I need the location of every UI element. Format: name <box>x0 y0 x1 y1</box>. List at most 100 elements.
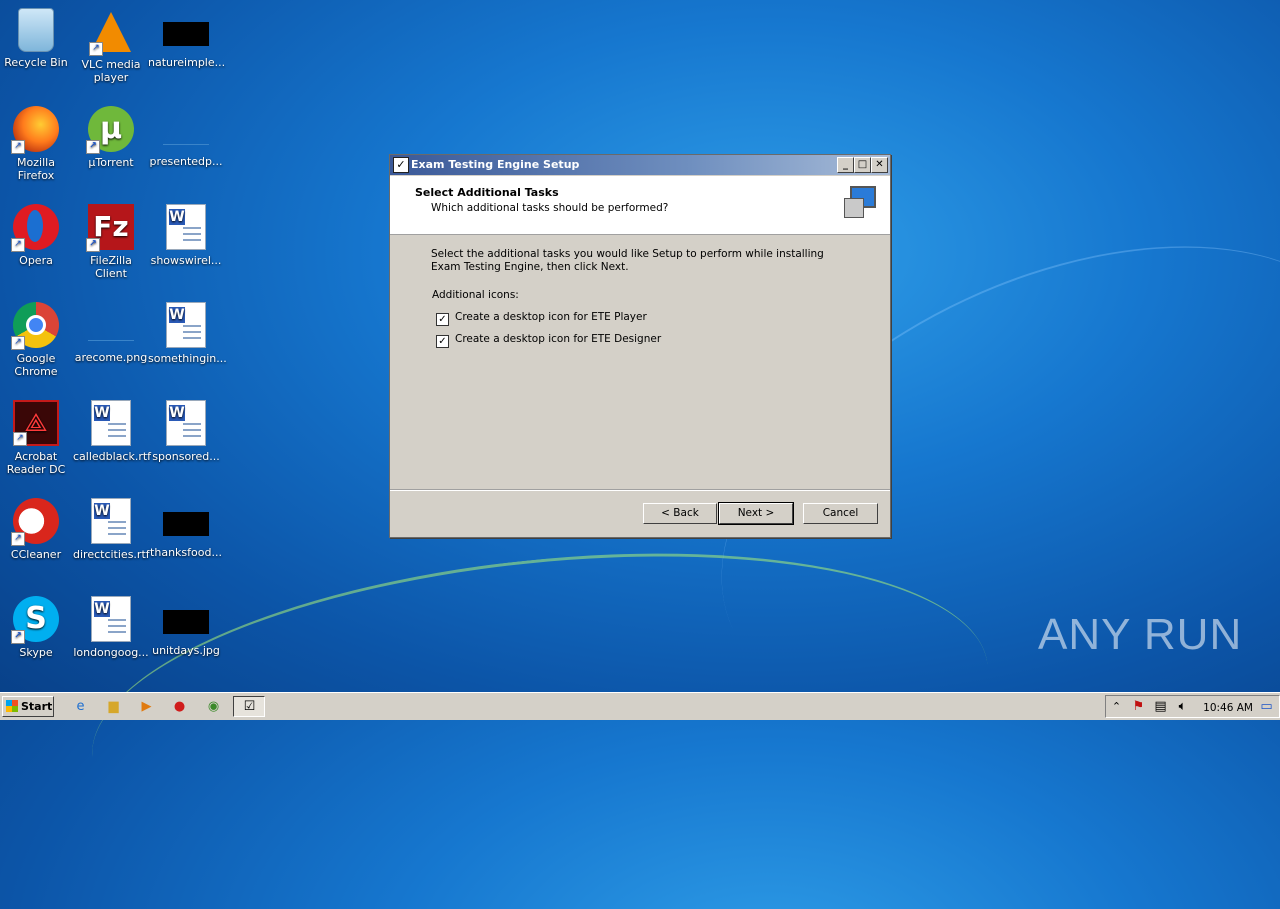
desktop-icon-vlc[interactable]: ↗ VLC media player <box>73 4 149 84</box>
desktop-icon-acrobat[interactable]: ⟁ ↗ Acrobat Reader DC <box>0 396 74 476</box>
setup-app-icon: ✓ <box>393 157 409 173</box>
checkbox-checked-icon[interactable]: ✓ <box>436 335 449 348</box>
shortcut-arrow-icon: ↗ <box>11 630 25 644</box>
image-file-icon <box>163 610 209 634</box>
network-icon[interactable]: ▤ <box>1152 698 1169 715</box>
maximize-button[interactable]: □ <box>854 157 871 173</box>
desktop-icon-label: somethingin... <box>148 352 227 365</box>
taskbar-setup-button[interactable]: ☑ <box>233 696 265 717</box>
setup-dialog: ✓ Exam Testing Engine Setup _ □ ✕ Select… <box>389 154 891 538</box>
desktop-icon-label: londongoog... <box>73 646 149 659</box>
desktop-icon-filezilla[interactable]: Fz ↗ FileZilla Client <box>73 200 149 280</box>
desktop-icon-label: calledblack.rtf <box>73 450 152 463</box>
installer-icon <box>844 186 876 218</box>
desktop-icon-calledblack[interactable]: W calledblack.rtf <box>73 396 152 463</box>
task-checkbox-ete-designer[interactable]: ✓ Create a desktop icon for ETE Designer <box>436 333 661 348</box>
desktop-icon-label: arecome.png <box>74 351 148 364</box>
shortcut-arrow-icon: ↗ <box>89 42 103 56</box>
taskbar: Start e ▆ ▶ ● ◉ ☑ ⌃ ⚑ ▤ 🔈︎ 10:46 AM ▭ <box>0 692 1280 720</box>
shortcut-arrow-icon: ↗ <box>11 336 25 350</box>
desktop-icon-ccleaner[interactable]: ↗ CCleaner <box>0 494 74 561</box>
next-button[interactable]: Next > <box>718 502 794 525</box>
desktop-icon-directcities[interactable]: W directcities.rtf <box>73 494 150 561</box>
desktop-icon-label: directcities.rtf <box>73 548 150 561</box>
checkbox-checked-icon[interactable]: ✓ <box>436 313 449 326</box>
recycle-bin-icon <box>18 8 54 52</box>
word-document-icon: W <box>166 400 206 446</box>
desktop-icon-label: Skype <box>19 646 53 659</box>
desktop-icon-arecome[interactable]: arecome.png <box>73 298 149 364</box>
show-hidden-icons-chevron-icon[interactable]: ⌃ <box>1108 698 1125 715</box>
show-desktop-icon[interactable]: ▭ <box>1258 698 1275 715</box>
chrome-icon: ↗ <box>11 302 59 350</box>
wizard-header: Select Additional Tasks Which additional… <box>390 176 890 235</box>
acrobat-icon: ⟁ ↗ <box>13 400 59 446</box>
desktop-icon-thanksfood[interactable]: thanksfood... <box>148 494 224 559</box>
vlc-icon: ↗ <box>89 8 131 56</box>
shortcut-arrow-icon: ↗ <box>11 140 25 154</box>
desktop-icon-recycle-bin[interactable]: Recycle Bin <box>0 4 74 69</box>
desktop-icon-label: sponsored... <box>152 450 220 463</box>
word-document-icon: W <box>91 498 131 544</box>
desktop-icon-presentedp[interactable]: presentedp... <box>148 102 224 168</box>
media-player-icon[interactable]: ▶ <box>138 698 155 715</box>
desktop-icon-opera[interactable]: ↗ Opera <box>0 200 74 267</box>
close-button[interactable]: ✕ <box>871 157 888 173</box>
shortcut-arrow-icon: ↗ <box>11 238 25 252</box>
desktop-icon-label: Google Chrome <box>14 352 58 378</box>
desktop-icon-label: µTorrent <box>88 156 134 169</box>
wizard-description: Select the additional tasks you would li… <box>431 248 824 273</box>
cancel-button[interactable]: Cancel <box>803 503 878 524</box>
start-button[interactable]: Start <box>2 696 54 717</box>
anyrun-watermark: ANY RUN <box>1038 610 1243 659</box>
desktop-icon-label: VLC media player <box>81 58 141 84</box>
filezilla-icon: Fz ↗ <box>86 204 134 252</box>
word-document-icon: W <box>166 204 206 250</box>
desktop-icon-label: FileZilla Client <box>90 254 132 280</box>
desktop-icon-label: Recycle Bin <box>4 56 68 69</box>
image-file-icon <box>88 316 134 341</box>
firefox-icon: ↗ <box>11 106 59 154</box>
shortcut-arrow-icon: ↗ <box>13 432 27 446</box>
desktop-icon-showswirel[interactable]: W showswirel... <box>148 200 224 267</box>
word-document-icon: W <box>91 596 131 642</box>
minimize-button[interactable]: _ <box>837 157 854 173</box>
action-center-flag-icon[interactable]: ⚑ <box>1130 698 1147 715</box>
desktop-icon-somethingin[interactable]: W somethingin... <box>148 298 227 365</box>
desktop-icon-label: Acrobat Reader DC <box>6 450 66 476</box>
wizard-step-subtitle: Which additional tasks should be perform… <box>431 202 669 214</box>
back-button[interactable]: < Back <box>643 503 717 524</box>
task-checkbox-ete-player[interactable]: ✓ Create a desktop icon for ETE Player <box>436 311 647 326</box>
desktop-icon-chrome[interactable]: ↗ Google Chrome <box>0 298 74 378</box>
desktop-icon-label: natureimple... <box>148 56 226 69</box>
shortcut-arrow-icon: ↗ <box>86 238 100 252</box>
internet-explorer-icon[interactable]: e <box>72 698 89 715</box>
additional-icons-label: Additional icons: <box>432 289 519 301</box>
word-document-icon: W <box>166 302 206 348</box>
ccleaner-icon: ↗ <box>11 498 59 546</box>
utorrent-icon: µ ↗ <box>86 106 134 154</box>
dialog-title: Exam Testing Engine Setup <box>411 158 580 171</box>
desktop-icon-label: showswirel... <box>150 254 222 267</box>
image-file-icon <box>163 512 209 536</box>
volume-icon[interactable]: 🔈︎ <box>1174 698 1191 715</box>
chrome-taskbar-icon[interactable]: ◉ <box>205 698 222 715</box>
image-file-icon <box>163 22 209 46</box>
desktop-icon-label: thanksfood... <box>150 546 222 559</box>
desktop-icon-skype[interactable]: S ↗ Skype <box>0 592 74 659</box>
opera-taskbar-icon[interactable]: ● <box>171 698 188 715</box>
task-label: Create a desktop icon for ETE Designer <box>455 333 662 345</box>
file-explorer-icon[interactable]: ▆ <box>105 698 122 715</box>
desktop-icon-utorrent[interactable]: µ ↗ µTorrent <box>73 102 149 169</box>
start-label: Start <box>21 700 53 713</box>
desktop-icon-londongoog[interactable]: W londongoog... <box>73 592 149 659</box>
desktop-icon-firefox[interactable]: ↗ Mozilla Firefox <box>0 102 74 182</box>
desktop-icon-natureimple[interactable]: natureimple... <box>148 4 226 69</box>
clock[interactable]: 10:46 AM <box>1203 702 1253 714</box>
desktop-icon-unitdays[interactable]: unitdays.jpg <box>148 592 224 657</box>
dialog-titlebar[interactable]: ✓ Exam Testing Engine Setup _ □ ✕ <box>390 155 890 175</box>
desktop-icon-sponsored[interactable]: W sponsored... <box>148 396 224 463</box>
divider <box>390 489 890 491</box>
skype-icon: S ↗ <box>11 596 59 644</box>
windows-logo-icon <box>6 700 18 712</box>
